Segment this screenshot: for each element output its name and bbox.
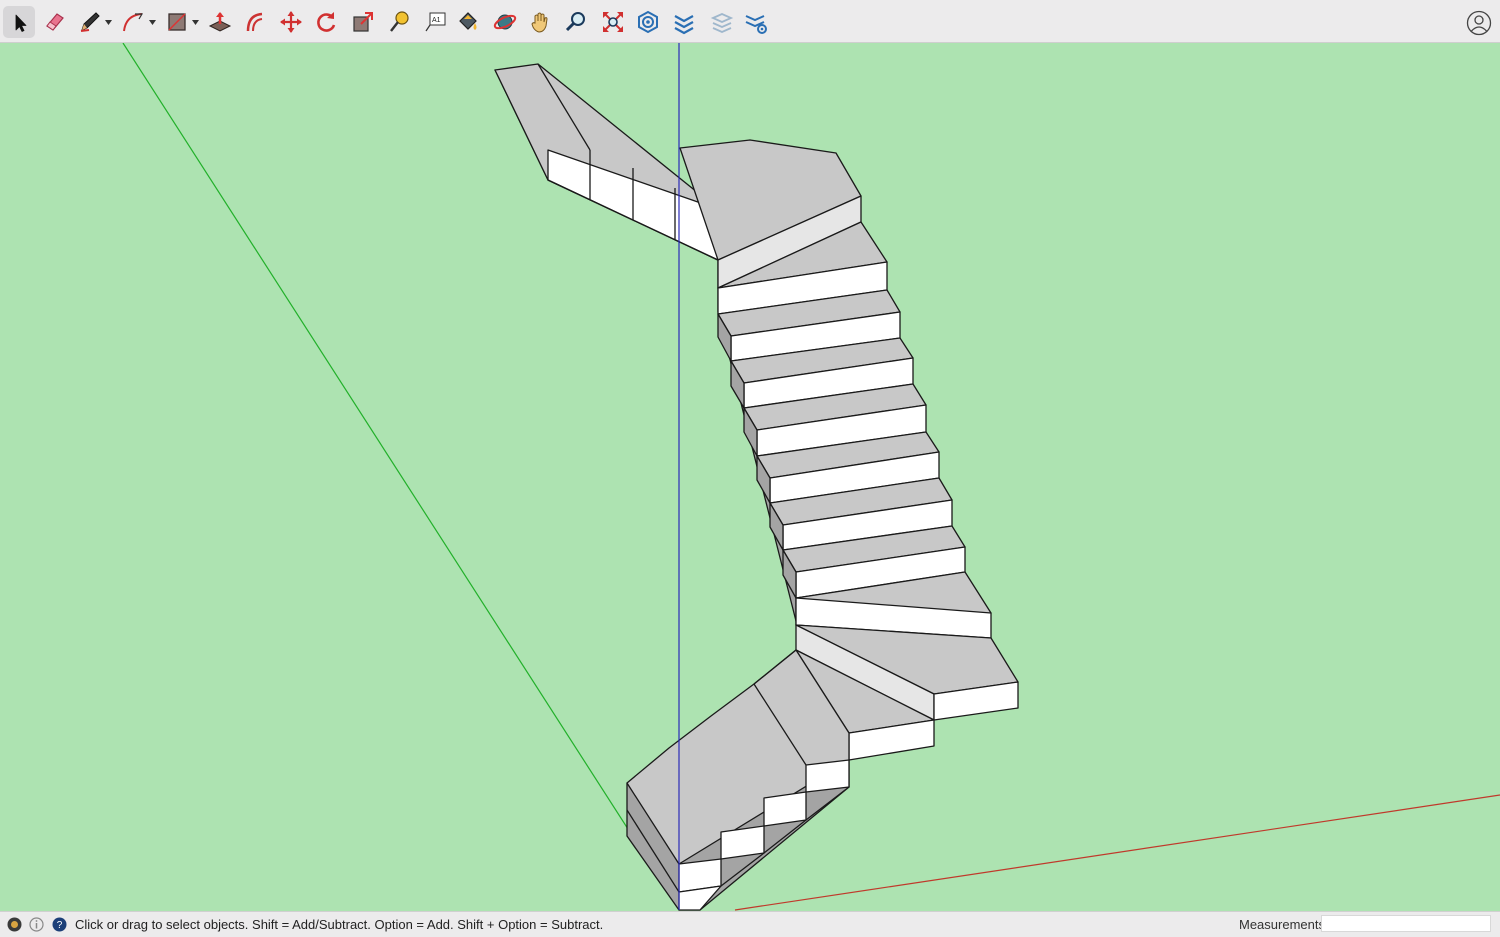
zoom-tool-button[interactable] [560,6,592,38]
measurements-label: Measurements [1239,917,1325,932]
extension-warehouse-icon [674,15,694,35]
extension-manager-button[interactable] [740,6,772,38]
measurements-input[interactable] [1321,915,1491,932]
zoom-extents-icon [603,12,623,32]
push-pull-icon [208,12,232,32]
help-question-icon[interactable]: ? [52,917,67,932]
eraser-tool-button[interactable] [39,6,71,38]
push-pull-tool-button[interactable] [204,6,236,38]
offset-tool-button[interactable] [239,6,271,38]
eraser-icon [46,13,64,31]
scale-icon [353,12,373,32]
text-tool-button[interactable]: A1 [419,6,451,38]
status-bar: ? Click or drag to select objects. Shift… [0,911,1500,937]
model-viewport[interactable] [0,43,1500,911]
zoom-extents-tool-button[interactable] [597,6,629,38]
move-tool-button[interactable] [275,6,307,38]
main-toolbar: A1 [0,0,1500,43]
svg-text:A1: A1 [432,17,441,24]
send-to-layout-icon [710,13,734,33]
status-message: Click or drag to select objects. Shift =… [75,917,604,932]
move-icon [280,11,302,33]
arc-tool-menu-caret-icon[interactable] [149,20,156,25]
3d-warehouse-button[interactable] [632,6,664,38]
stair-geometry [494,63,1019,911]
paint-bucket-icon [459,12,477,30]
tape-measure-tool-button[interactable] [383,6,415,38]
geo-location-icon[interactable] [7,917,22,932]
pan-tool-button[interactable] [525,6,557,38]
send-to-layout-button [706,6,738,38]
line-tool-button[interactable] [74,6,106,38]
arc-tool-button[interactable] [117,6,149,38]
extension-manager-icon [745,15,767,34]
pan-hand-icon [531,12,548,33]
zoom-magnifier-icon [565,12,585,32]
credits-info-icon[interactable] [29,917,44,932]
rectangle-shape-icon [168,13,186,31]
orbit-tool-button[interactable] [489,6,521,38]
rotate-icon [317,12,336,32]
account-user-icon[interactable] [1466,10,1492,36]
paint-bucket-tool-button[interactable] [452,6,484,38]
select-arrow-icon [15,14,27,32]
rotate-tool-button[interactable] [310,6,342,38]
scale-tool-button[interactable] [347,6,379,38]
arc-icon [123,13,144,32]
extension-warehouse-button[interactable] [668,6,700,38]
svg-text:?: ? [57,920,63,931]
text-icon: A1 [425,12,446,32]
red-axis-line [734,794,1500,911]
offset-icon [246,12,263,32]
shapes-tool-button[interactable] [161,6,193,38]
stair-model-drawing [122,43,1500,911]
shapes-tool-menu-caret-icon[interactable] [192,20,199,25]
tape-measure-icon [390,11,409,32]
orbit-icon [493,14,517,30]
pencil-icon [80,12,100,32]
select-tool-button[interactable] [3,6,35,38]
3d-warehouse-icon [638,10,658,34]
line-tool-menu-caret-icon[interactable] [105,20,112,25]
